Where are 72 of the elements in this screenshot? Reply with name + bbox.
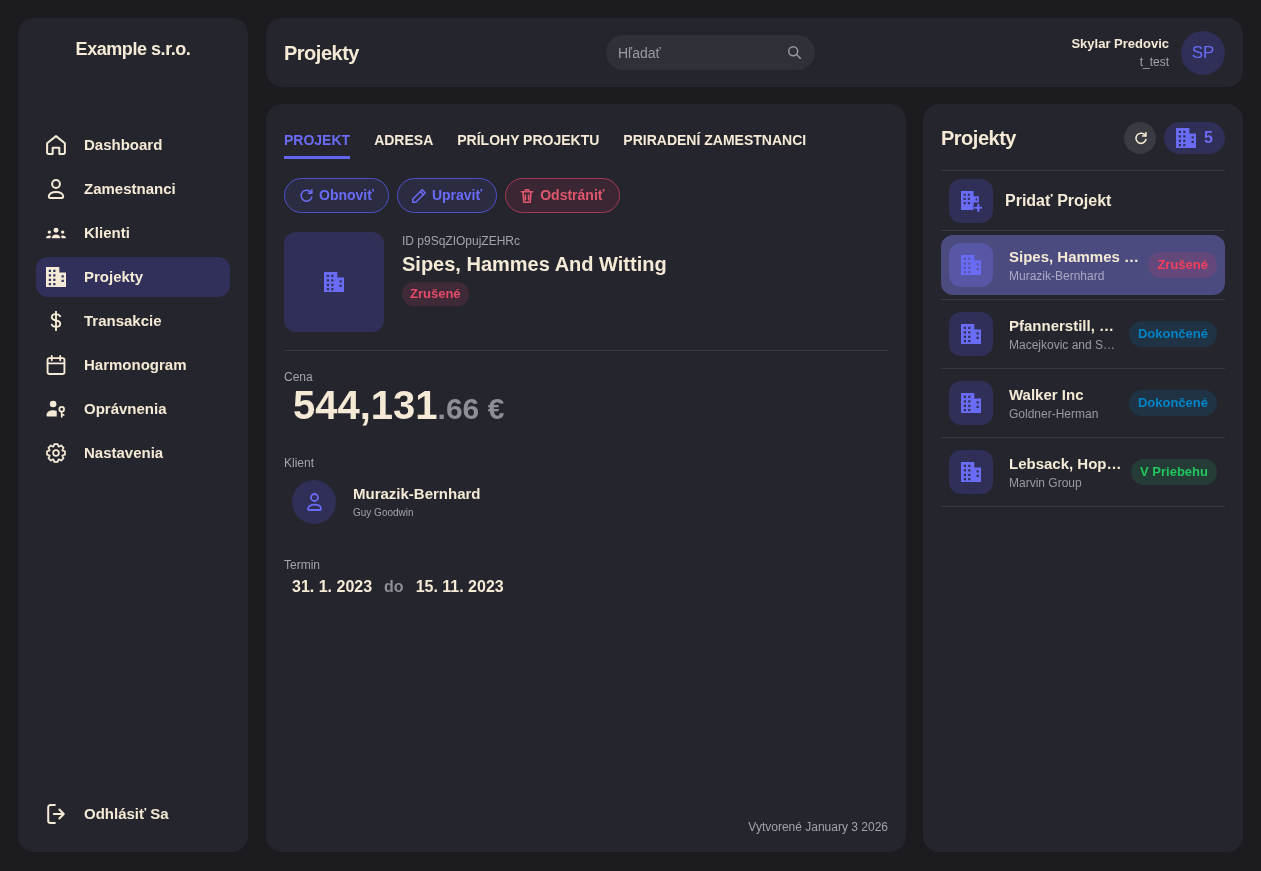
nav-item[interactable]: Projekty (36, 257, 230, 297)
user-icon (46, 179, 66, 199)
start-date: 31. 1. 2023 (292, 577, 373, 597)
tab[interactable]: PRIRADENÍ ZAMESTNANCI (623, 130, 807, 159)
delete-button[interactable]: Odstrániť (505, 178, 620, 213)
price-value: 544,131.66 € (293, 385, 506, 429)
project-client: Marvin Group (1009, 474, 1083, 491)
nav-item[interactable]: Zamestnanci (36, 169, 230, 209)
refresh-button[interactable] (1124, 122, 1157, 154)
project-name: Lebsack, Hop… (1009, 453, 1123, 474)
refresh-icon (299, 188, 313, 203)
nav-item[interactable]: Dashboard (36, 125, 230, 165)
project-client: Goldner-Herman (1009, 405, 1100, 422)
logout-button[interactable]: Odhlásiť Sa (36, 794, 230, 834)
tab[interactable]: ADRESA (374, 130, 434, 159)
nav-item[interactable]: Nastavenia (36, 433, 230, 473)
price-label: Cena (284, 369, 314, 385)
project-name: Walker Inc (1009, 384, 1085, 405)
project-name: Sipes, Hammes … (1009, 246, 1141, 267)
client-avatar (292, 480, 336, 524)
project-list-item[interactable]: Lebsack, Hop… Marvin Group V Priebehu (941, 442, 1225, 502)
building-icon (949, 381, 993, 425)
user-name: Skylar Predovic (1071, 35, 1169, 53)
project-list-item[interactable]: Sipes, Hammes … Murazik-Bernhard Zrušené (941, 235, 1225, 295)
project-count: 5 (1204, 128, 1213, 148)
building-plus-icon (949, 179, 993, 223)
nav-item[interactable]: Transakcie (36, 301, 230, 341)
building-icon (949, 243, 993, 287)
page-title: Projekty (284, 40, 360, 66)
building-icon (949, 450, 993, 494)
calendar-icon (46, 355, 66, 375)
status-badge: Zrušené (1148, 252, 1217, 278)
status-badge: Zrušené (402, 282, 469, 306)
pencil-icon (411, 188, 426, 203)
created-date: Vytvorené January 3 2026 (748, 819, 888, 835)
term-label: Termin (284, 557, 321, 573)
project-list-item[interactable]: Pfannerstill, … Macejkovic and S… Dokončené (941, 304, 1225, 364)
client-contact: Guy Goodwin (353, 506, 415, 520)
client-label: Klient (284, 455, 316, 471)
tab[interactable]: PROJEKT (284, 130, 351, 159)
client-name: Murazik-Bernhard (353, 484, 481, 504)
building-icon (1176, 128, 1197, 148)
username: t_test (1139, 54, 1169, 70)
project-client: Murazik-Bernhard (1009, 267, 1106, 284)
nav-item[interactable]: Harmonogram (36, 345, 230, 385)
building-icon (324, 272, 344, 292)
building-icon (46, 267, 66, 287)
status-badge: Dokončené (1128, 390, 1217, 416)
tab[interactable]: PRÍLOHY PROJEKTU (457, 130, 600, 159)
home-icon (46, 135, 66, 155)
panel-title: Projekty (941, 126, 1016, 151)
project-id: ID p9SqZIOpujZEHRc (402, 233, 521, 249)
add-project-button[interactable]: Pridať Projekt (941, 171, 1225, 231)
company-name: Example s.r.o. (74, 38, 192, 61)
search-field[interactable]: Hľadať (606, 35, 815, 70)
trash-icon (520, 188, 535, 203)
date-separator: do (384, 577, 404, 597)
nav-item[interactable]: Oprávnenia (36, 389, 230, 429)
project-title: Sipes, Hammes And Witting (402, 252, 667, 277)
project-client: Macejkovic and S… (1009, 336, 1117, 353)
refresh-icon (1133, 131, 1147, 145)
end-date: 15. 11. 2023 (415, 577, 504, 597)
building-icon (949, 312, 993, 356)
status-badge: V Priebehu (1131, 459, 1217, 485)
status-badge: Dokončené (1128, 321, 1217, 347)
settings-icon (46, 443, 66, 463)
search-icon (788, 46, 801, 59)
project-name: Pfannerstill, … (1009, 315, 1116, 336)
project-list-item[interactable]: Walker Inc Goldner-Herman Dokončené (941, 373, 1225, 433)
nav-item[interactable]: Klienti (36, 213, 230, 253)
user-key-icon (46, 399, 66, 419)
logout-icon (46, 804, 66, 824)
